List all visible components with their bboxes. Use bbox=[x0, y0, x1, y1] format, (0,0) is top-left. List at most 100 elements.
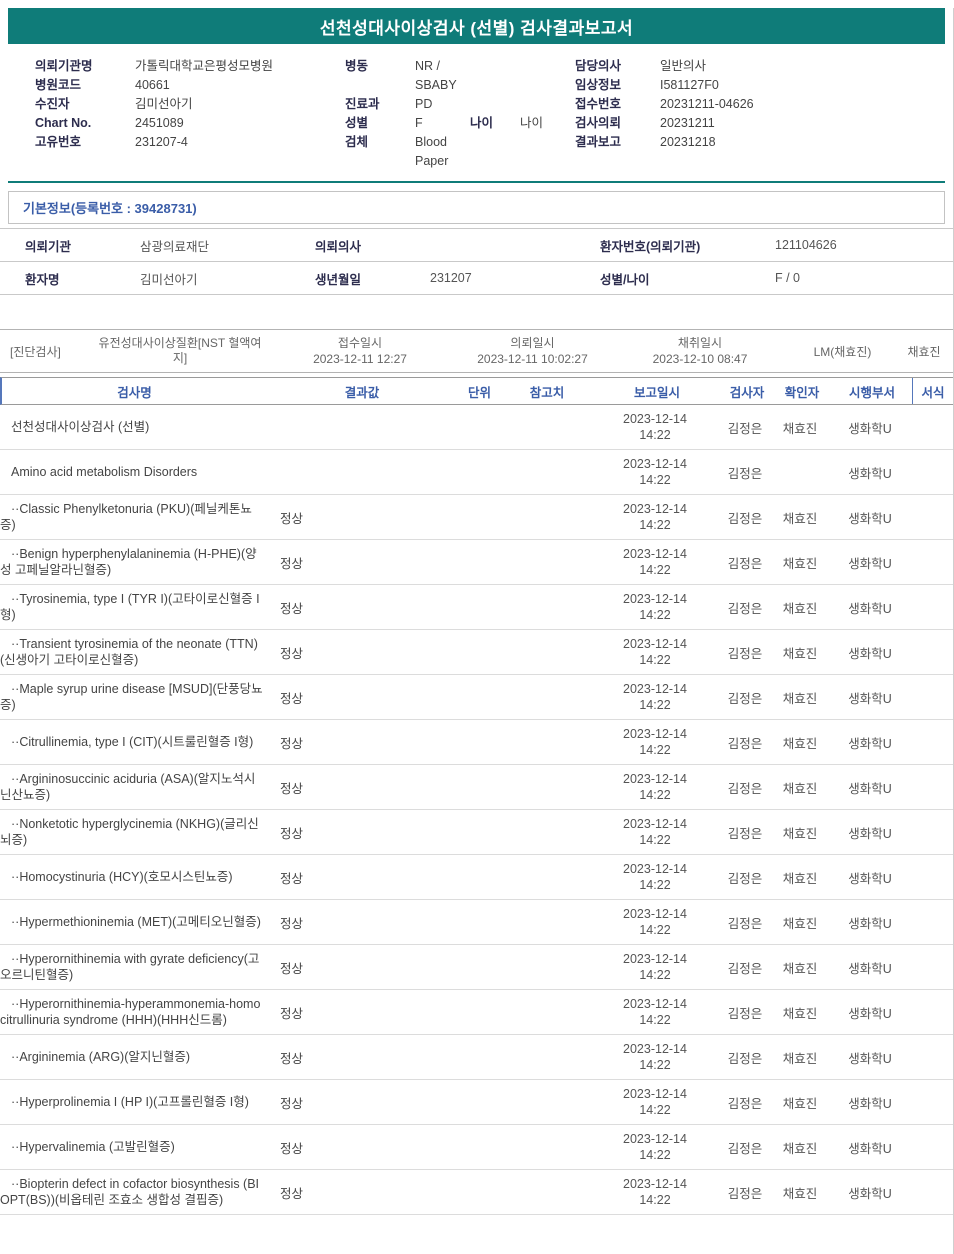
verifier-name: 채효진 bbox=[782, 601, 818, 616]
tester-name: 김정은 bbox=[727, 916, 763, 931]
col-header-test-name: 검사명 bbox=[117, 385, 152, 400]
result-row: ··Hyperornithinemia-hyperammonemia-homoc… bbox=[0, 990, 953, 1035]
field-label: 담당의사 bbox=[575, 59, 622, 73]
field-label: 고유번호 bbox=[35, 135, 82, 149]
tester-name: 김정은 bbox=[727, 1141, 763, 1156]
field-value-secondary bbox=[520, 95, 575, 114]
field-label: 결과보고 bbox=[575, 135, 622, 149]
tester-name: 김정은 bbox=[727, 1051, 763, 1066]
result-row: ··Argininemia (ARG)(알지닌혈증) 정상 2023-12-14… bbox=[0, 1035, 953, 1080]
result-value: 정상 bbox=[280, 961, 304, 976]
header-field-row: 의뢰기관명 가톨릭대학교은평성모병원 bbox=[35, 57, 345, 76]
result-value: 정상 bbox=[280, 826, 304, 841]
requested-datetime-block: 의뢰일시 2023-12-11 10:02:27 bbox=[455, 335, 610, 367]
field-label: 생년월일 bbox=[315, 261, 430, 295]
department-name: 생화학U bbox=[848, 601, 892, 616]
result-value: 정상 bbox=[280, 736, 304, 751]
header-column-doctor: 담당의사 일반의사 임상정보 I581127F0 접수번호 20231211-0… bbox=[575, 57, 953, 171]
department-name: 생화학U bbox=[848, 511, 892, 526]
header-field-row: 임상정보 I581127F0 bbox=[575, 76, 953, 95]
header-field-row: 병동 NR / SBABY bbox=[345, 57, 575, 95]
order-tag: [진단검사] bbox=[10, 344, 61, 359]
result-value: 정상 bbox=[280, 871, 304, 886]
department-name: 생화학U bbox=[848, 961, 892, 976]
header-info: 의뢰기관명 가톨릭대학교은평성모병원 병원코드 40661 수진자 김미선아기 … bbox=[0, 44, 953, 171]
field-value: 가톨릭대학교은평성모병원 bbox=[135, 59, 274, 73]
col-header-verifier: 확인자 bbox=[784, 385, 820, 400]
requested-label: 의뢰일시 bbox=[510, 336, 555, 350]
tester-name: 김정은 bbox=[727, 1096, 763, 1111]
result-value: 정상 bbox=[280, 781, 304, 796]
col-header-unit: 단위 bbox=[467, 385, 491, 400]
tester-name: 김정은 bbox=[727, 556, 763, 571]
test-name: ··Nonketotic hyperglycinemia (NKHG)(글리신뇌… bbox=[0, 817, 259, 847]
tester-name: 김정은 bbox=[727, 646, 763, 661]
header-field-row: 병원코드 40661 bbox=[35, 76, 345, 95]
result-row: ··Transient tyrosinemia of the neonate (… bbox=[0, 630, 953, 675]
result-row: ··Hyperornithinemia with gyrate deficien… bbox=[0, 945, 953, 990]
field-value-secondary: 나이 bbox=[520, 116, 544, 130]
department-name: 생화학U bbox=[848, 1096, 892, 1111]
test-name: ··Maple syrup urine disease [MSUD](단풍당뇨증… bbox=[0, 682, 263, 712]
requested-value: 2023-12-11 10:02:27 bbox=[477, 352, 588, 366]
patient-row: 환자명 김미선아기 생년월일 231207 성별/나이 F / 0 bbox=[0, 261, 953, 295]
department-name: 생화학U bbox=[848, 421, 892, 436]
tester-name: 김정은 bbox=[727, 421, 763, 436]
result-value: 정상 bbox=[280, 691, 304, 706]
result-row: ··Homocystinuria (HCY)(호모시스틴뇨증) 정상 2023-… bbox=[0, 855, 953, 900]
result-value: 정상 bbox=[280, 1051, 304, 1066]
report-datetime-cell: 2023-12-14 14:22 bbox=[590, 681, 720, 713]
department-name: 생화학U bbox=[848, 736, 892, 751]
field-label-secondary bbox=[470, 57, 520, 95]
order-summary-row: [진단검사] 유전성대사이상질환[NST 혈액여지] 접수일시 2023-12-… bbox=[0, 329, 953, 373]
result-value: 정상 bbox=[280, 601, 304, 616]
report-datetime: 2023-12-14 14:22 bbox=[623, 1132, 687, 1162]
report-datetime: 2023-12-14 14:22 bbox=[623, 1087, 687, 1117]
received-datetime-block: 접수일시 2023-12-11 12:27 bbox=[265, 335, 455, 367]
field-value: 231207-4 bbox=[135, 135, 188, 149]
field-label: 임상정보 bbox=[575, 78, 622, 92]
header-field-row: 검사의뢰 20231211 bbox=[575, 114, 953, 133]
field-label-secondary: 나이 bbox=[470, 116, 494, 130]
field-label: 병동 bbox=[345, 59, 369, 73]
result-row: 선천성대사이상검사 (선별) 2023-12-14 14:22 김정은 채효진 … bbox=[0, 405, 953, 450]
field-label: 수진자 bbox=[35, 97, 70, 111]
department-name: 생화학U bbox=[848, 826, 892, 841]
verifier-name: 채효진 bbox=[782, 511, 818, 526]
department-name: 생화학U bbox=[848, 466, 892, 481]
field-value: F bbox=[415, 116, 423, 130]
header-field-row: 진료과 PD bbox=[345, 95, 575, 114]
report-datetime: 2023-12-14 14:22 bbox=[623, 1042, 687, 1072]
field-value: I581127F0 bbox=[660, 78, 719, 92]
result-row: ··Tyrosinemia, type I (TYR I)(고타이로신혈증 I형… bbox=[0, 585, 953, 630]
test-name: ··Argininemia (ARG)(알지닌혈증) bbox=[11, 1050, 191, 1064]
col-header-department: 시행부서 bbox=[848, 385, 895, 400]
result-row: ··Maple syrup urine disease [MSUD](단풍당뇨증… bbox=[0, 675, 953, 720]
report-datetime: 2023-12-14 14:22 bbox=[623, 592, 687, 622]
verifier-name: 채효진 bbox=[782, 781, 818, 796]
field-value: 김미선아기 bbox=[140, 261, 315, 295]
result-row: ··Biopterin defect in cofactor biosynthe… bbox=[0, 1170, 953, 1215]
field-value-secondary bbox=[520, 133, 575, 171]
field-label: 검체 bbox=[345, 135, 369, 149]
header-field-row: 접수번호 20231211-04626 bbox=[575, 95, 953, 114]
field-label: 진료과 bbox=[345, 97, 380, 111]
col-header-format: 서식 bbox=[912, 378, 953, 404]
verifier-name: 채효진 bbox=[782, 871, 818, 886]
department-name: 생화학U bbox=[848, 646, 892, 661]
tester-name: 김정은 bbox=[727, 511, 763, 526]
patient-row: 의뢰기관 삼광의료재단 의뢰의사 환자번호(의뢰기관) 121104626 bbox=[0, 228, 953, 262]
field-label-secondary bbox=[470, 95, 520, 114]
field-label: 환자번호(의뢰기관) bbox=[600, 228, 775, 262]
report-datetime-cell: 2023-12-14 14:22 bbox=[590, 501, 720, 533]
col-header-result: 결과값 bbox=[344, 385, 380, 400]
tester-name: 김정은 bbox=[727, 691, 763, 706]
received-label: 접수일시 bbox=[337, 336, 383, 350]
report-page: 선천성대사이상검사 (선별) 검사결과보고서 의뢰기관명 가톨릭대학교은평성모병… bbox=[0, 8, 954, 1254]
col-header-reference: 참고치 bbox=[529, 385, 565, 400]
department-name: 생화학U bbox=[848, 556, 892, 571]
field-value: 20231218 bbox=[660, 135, 716, 149]
field-label-secondary bbox=[470, 133, 520, 171]
field-value: 121104626 bbox=[775, 228, 953, 262]
report-datetime-cell: 2023-12-14 14:22 bbox=[590, 411, 720, 443]
